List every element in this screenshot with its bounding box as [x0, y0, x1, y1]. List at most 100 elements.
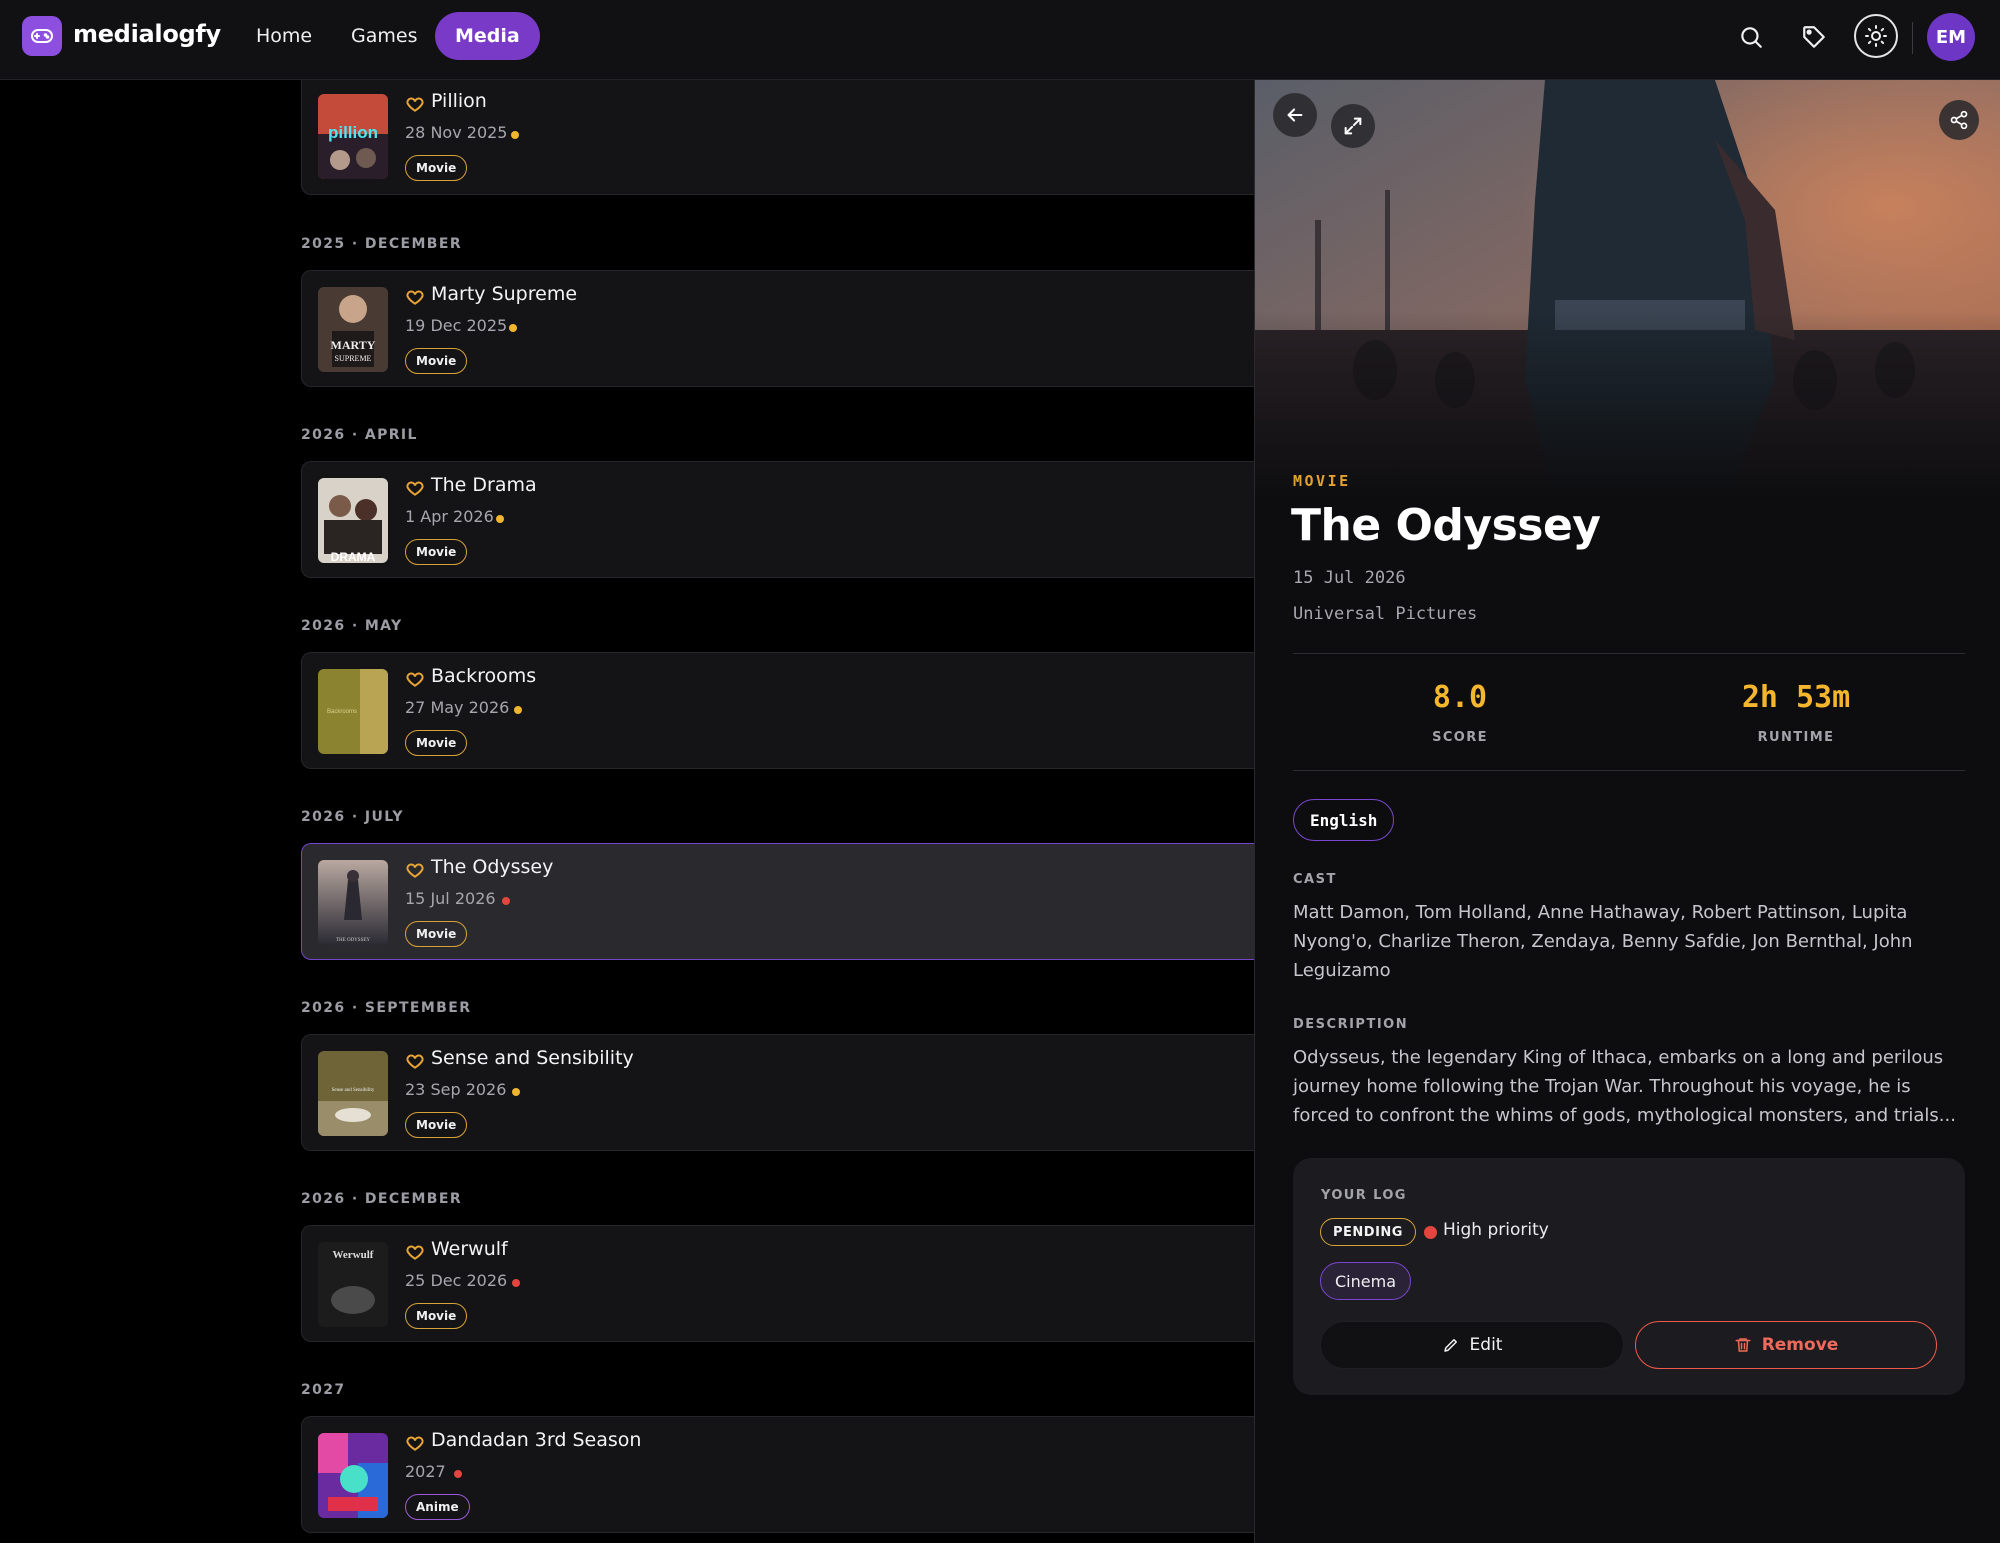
group-heading: 2026 · DECEMBER	[301, 1191, 462, 1207]
type-chip: Movie	[405, 1112, 468, 1138]
item-title[interactable]: The Drama	[431, 474, 537, 496]
priority-dot	[514, 706, 522, 714]
log-heading: YOUR LOG	[1321, 1188, 1407, 1203]
item-title[interactable]: Sense and Sensibility	[431, 1047, 634, 1069]
item-date: 28 Nov 2025	[405, 123, 508, 142]
svg-text:Sense and Sensibility: Sense and Sensibility	[332, 1088, 375, 1093]
svg-text:SUPREME: SUPREME	[335, 354, 372, 363]
status-badge: PENDING	[1320, 1218, 1416, 1246]
priority-dot	[454, 1470, 462, 1478]
share-button[interactable]	[1939, 100, 1979, 140]
svg-text:DRAMA: DRAMA	[331, 550, 376, 563]
priority-dot	[502, 897, 510, 905]
group-heading: 2027	[301, 1382, 346, 1398]
poster-image: Backrooms	[318, 669, 388, 754]
search-icon[interactable]	[1734, 20, 1768, 54]
list-item[interactable]: DRAMA The Drama 1 Apr 2026 Movie	[301, 461, 1255, 578]
theme-toggle-button[interactable]	[1854, 14, 1898, 58]
priority-dot	[512, 1279, 520, 1287]
studio: Universal Pictures	[1293, 604, 1478, 624]
list-item[interactable]: MARTY SUPREME Marty Supreme 19 Dec 2025 M…	[301, 270, 1255, 387]
share-icon	[1950, 110, 1968, 130]
item-date: 25 Dec 2026	[405, 1271, 508, 1290]
description-text: Odysseus, the legendary King of Ithaca, …	[1293, 1047, 1956, 1126]
arrow-left-icon	[1287, 108, 1303, 122]
type-chip: Movie	[405, 730, 468, 756]
svg-text:MARTY: MARTY	[331, 338, 376, 352]
heart-icon[interactable]	[405, 669, 425, 689]
list-item-selected[interactable]: THE ODYSSEY The Odyssey 15 Jul 2026 Movi…	[301, 843, 1255, 960]
poster-image: pillion	[318, 94, 388, 179]
list-item[interactable]: Dandadan 3rd Season 2027 Anime	[301, 1416, 1255, 1533]
tag-icon[interactable]	[1797, 20, 1831, 54]
heart-icon[interactable]	[405, 1242, 425, 1262]
top-bar: medialogfy Home Games Media EM	[0, 0, 2000, 80]
divider	[1293, 770, 1965, 771]
heart-icon[interactable]	[405, 860, 425, 880]
priority-dot	[512, 1088, 520, 1096]
list-item[interactable]: Sense and Sensibility Sense and Sensibil…	[301, 1034, 1255, 1151]
edit-button[interactable]: Edit	[1320, 1321, 1624, 1369]
gamepad-icon[interactable]	[22, 16, 62, 56]
detail-panel: MOVIE The Odyssey 15 Jul 2026 Universal …	[1254, 80, 2000, 1543]
poster-image: THE ODYSSEY	[318, 860, 388, 945]
item-title[interactable]: Backrooms	[431, 665, 536, 687]
group-heading: 2026 · SEPTEMBER	[301, 1000, 472, 1016]
group-heading: 2026 · MAY	[301, 618, 403, 634]
item-date: 2027	[405, 1462, 446, 1481]
trash-icon	[1735, 1338, 1751, 1352]
expand-button[interactable]	[1331, 104, 1375, 148]
sun-icon	[1865, 25, 1887, 47]
your-log-card: YOUR LOG PENDING High priority Cinema Ed…	[1293, 1158, 1965, 1395]
description-heading: DESCRIPTION	[1293, 1017, 1409, 1032]
remove-button[interactable]: Remove	[1635, 1321, 1937, 1369]
detail-title: The Odyssey	[1291, 500, 1601, 551]
priority-dot	[509, 324, 517, 332]
heart-icon[interactable]	[405, 1433, 425, 1453]
edit-label: Edit	[1469, 1335, 1503, 1355]
release-date: 15 Jul 2026	[1293, 568, 1406, 588]
heart-icon[interactable]	[405, 478, 425, 498]
priority-dot	[1424, 1226, 1437, 1239]
nav-home[interactable]: Home	[236, 12, 332, 60]
item-date: 19 Dec 2025	[405, 316, 508, 335]
nav-media[interactable]: Media	[435, 12, 540, 60]
svg-text:Backrooms: Backrooms	[327, 709, 357, 715]
pencil-icon	[1443, 1339, 1457, 1352]
score-value: 8.0	[1432, 680, 1488, 715]
item-title[interactable]: Pillion	[431, 90, 487, 112]
cast-text: Matt Damon, Tom Holland, Anne Hathaway, …	[1293, 902, 1913, 981]
priority-dot	[511, 131, 519, 139]
group-heading: 2026 · JULY	[301, 809, 404, 825]
heart-icon[interactable]	[405, 1051, 425, 1071]
poster-image	[318, 1433, 388, 1518]
heart-icon[interactable]	[405, 94, 425, 114]
avatar[interactable]: EM	[1927, 13, 1975, 61]
list-item[interactable]: Werwulf Werwulf 25 Dec 2026 Movie	[301, 1225, 1255, 1342]
heart-icon[interactable]	[405, 287, 425, 307]
type-chip: Movie	[405, 348, 468, 374]
divider	[1293, 653, 1965, 654]
svg-text:Werwulf: Werwulf	[333, 1249, 374, 1261]
type-chip: Anime	[405, 1494, 470, 1520]
log-tag: Cinema	[1320, 1262, 1411, 1300]
group-heading: 2026 · APRIL	[301, 427, 418, 443]
list-item[interactable]: Backrooms Backrooms 27 May 2026 Movie	[301, 652, 1255, 769]
list-item[interactable]: pillion Pillion 28 Nov 2025 Movie	[301, 80, 1255, 195]
item-title[interactable]: Marty Supreme	[431, 283, 577, 305]
group-heading: 2025 · DECEMBER	[301, 236, 462, 252]
priority-dot	[496, 515, 504, 523]
item-title[interactable]: The Odyssey	[431, 856, 553, 878]
score-label: SCORE	[1432, 730, 1488, 745]
brand-name[interactable]: medialogfy	[73, 20, 221, 48]
nav-games[interactable]: Games	[331, 12, 437, 60]
expand-icon	[1344, 117, 1362, 135]
priority-label: High priority	[1443, 1220, 1549, 1240]
item-title[interactable]: Werwulf	[431, 1238, 508, 1260]
item-title[interactable]: Dandadan 3rd Season	[431, 1429, 641, 1451]
item-date: 23 Sep 2026	[405, 1080, 507, 1099]
runtime-value: 2h 53m	[1741, 680, 1851, 715]
runtime-label: RUNTIME	[1757, 730, 1835, 745]
back-button[interactable]	[1273, 93, 1317, 137]
type-chip: Movie	[405, 539, 468, 565]
